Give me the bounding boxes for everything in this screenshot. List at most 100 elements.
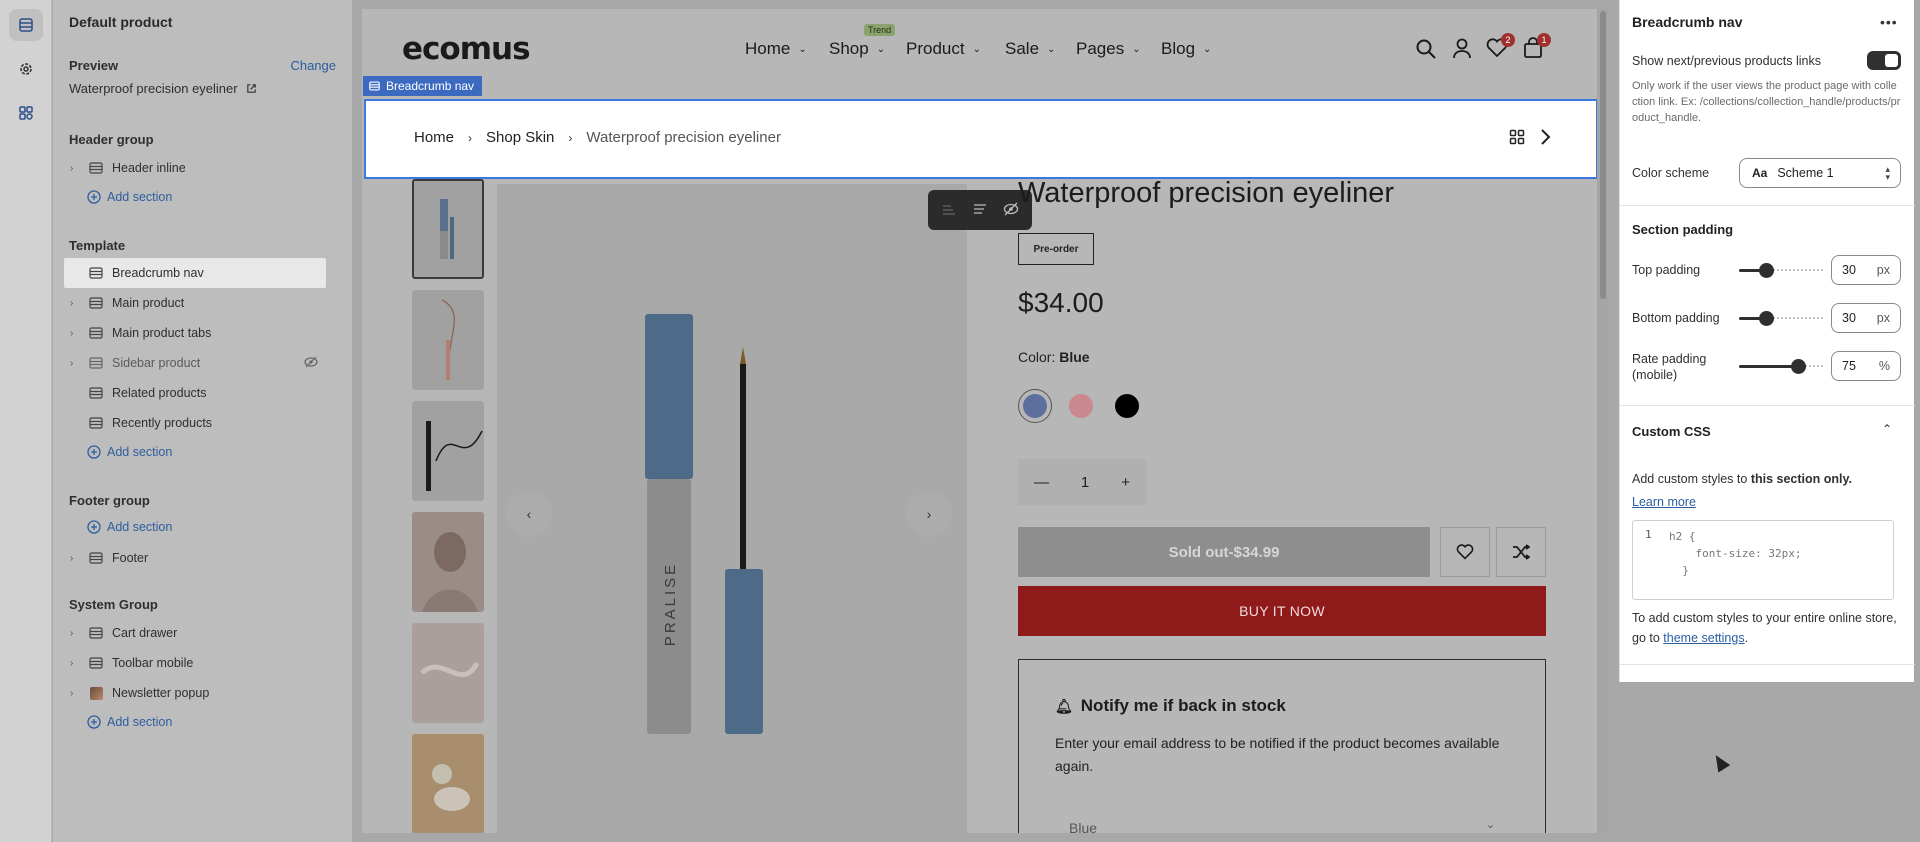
more-options-icon[interactable]: •••: [1880, 14, 1898, 30]
add-section-label: Add section: [107, 190, 173, 204]
nav-shop[interactable]: Shop ⌄: [829, 39, 885, 59]
product-price: $34.00: [1018, 287, 1104, 318]
section-layout-icon: [88, 266, 104, 280]
section-cart-drawer[interactable]: › Cart drawer: [64, 618, 326, 648]
nav-sale[interactable]: Sale ⌄: [1005, 39, 1055, 59]
sold-out-button[interactable]: Sold out-$34.99: [1018, 527, 1430, 577]
product-thumbnail[interactable]: [412, 512, 484, 612]
gallery-prev-button[interactable]: ‹: [506, 491, 552, 537]
preview-scrollbar[interactable]: [1597, 9, 1609, 833]
nav-label: Blog: [1161, 39, 1196, 58]
learn-more-link[interactable]: Learn more: [1632, 495, 1696, 509]
hidden-eye-icon[interactable]: [304, 356, 318, 371]
account-icon[interactable]: [1451, 37, 1473, 62]
chevron-right-icon[interactable]: ›: [70, 688, 84, 699]
move-up-icon[interactable]: [941, 202, 957, 219]
product-brand-text: PRALISE: [662, 562, 679, 646]
nav-product[interactable]: Product ⌄: [906, 39, 981, 59]
section-sidebar-product[interactable]: › Sidebar product: [64, 348, 326, 378]
main-product-image[interactable]: PRALISE: [497, 184, 967, 833]
section-toolbar-mobile[interactable]: › Toolbar mobile: [64, 648, 326, 678]
section-layout-icon: [88, 551, 104, 565]
section-label: Header inline: [112, 161, 186, 175]
swatch-black[interactable]: [1110, 389, 1144, 423]
theme-settings-link[interactable]: theme settings: [1663, 631, 1744, 645]
breadcrumb-collection[interactable]: Shop Skin: [486, 129, 554, 146]
preview-product[interactable]: Waterproof precision eyeliner: [69, 81, 257, 96]
apps-icon[interactable]: [9, 97, 43, 129]
rate-padding-slider[interactable]: [1739, 356, 1825, 376]
custom-css-editor[interactable]: 1 h2 { font-size: 32px; }: [1632, 520, 1894, 600]
add-section-footer-button[interactable]: Add section: [87, 520, 172, 534]
rate-padding-input[interactable]: 75%: [1831, 351, 1901, 381]
section-layout-icon: [88, 656, 104, 670]
color-scheme-select[interactable]: Aa Scheme 1 ▴ ▾: [1739, 158, 1901, 188]
custom-css-heading[interactable]: Custom CSS: [1632, 424, 1711, 439]
section-newsletter-popup[interactable]: › Newsletter popup: [64, 678, 326, 708]
notify-variant-select[interactable]: Blue ⌄: [1055, 808, 1509, 833]
section-label: Recently products: [112, 416, 213, 430]
chevron-right-icon[interactable]: ›: [70, 553, 84, 564]
swatch-pink[interactable]: [1064, 389, 1098, 423]
add-to-wishlist-button[interactable]: [1440, 527, 1490, 577]
product-thumbnail[interactable]: [412, 401, 484, 501]
add-section-template-button[interactable]: Add section: [87, 445, 172, 459]
bottom-padding-input[interactable]: 30 px: [1831, 303, 1901, 333]
chevron-right-icon: ›: [926, 506, 932, 522]
sections-icon[interactable]: [9, 9, 43, 41]
add-section-header-button[interactable]: Add section: [87, 190, 172, 204]
theme-settings-note: To add custom styles to your entire onli…: [1632, 608, 1902, 648]
grid-view-icon[interactable]: [1509, 129, 1525, 148]
breadcrumb-section[interactable]: Home › Shop Skin › Waterproof precision …: [364, 99, 1598, 179]
custom-css-intro: Add custom styles to this section only.: [1632, 472, 1852, 486]
footer-group-label: Footer group: [69, 493, 150, 508]
buy-it-now-button[interactable]: BUY IT NOW: [1018, 586, 1546, 636]
section-main-product[interactable]: › Main product: [64, 288, 326, 318]
section-main-product-tabs[interactable]: › Main product tabs: [64, 318, 326, 348]
breadcrumb-home[interactable]: Home: [414, 129, 454, 146]
product-thumbnail[interactable]: [412, 734, 484, 833]
hide-eye-icon[interactable]: [1003, 202, 1019, 219]
section-footer[interactable]: › Footer: [64, 543, 326, 573]
collapse-chevron-up-icon[interactable]: ⌃: [1882, 422, 1892, 436]
section-header-inline[interactable]: › Header inline: [64, 153, 326, 183]
chevron-right-icon[interactable]: ›: [70, 298, 84, 309]
add-section-label: Add section: [107, 445, 173, 459]
add-section-label: Add section: [107, 520, 173, 534]
move-down-icon[interactable]: [972, 202, 988, 219]
section-breadcrumb-nav[interactable]: Breadcrumb nav: [64, 258, 326, 288]
chevron-right-icon[interactable]: ›: [70, 658, 84, 669]
product-thumbnail[interactable]: [412, 179, 484, 279]
add-section-system-button[interactable]: Add section: [87, 715, 172, 729]
chevron-right-icon[interactable]: ›: [70, 163, 84, 174]
quantity-minus-button[interactable]: —: [1034, 474, 1049, 491]
code-content: h2 { font-size: 32px; }: [1669, 530, 1802, 577]
chevron-right-icon[interactable]: ›: [70, 628, 84, 639]
selected-section-tag[interactable]: Breadcrumb nav: [363, 76, 483, 96]
top-padding-slider[interactable]: [1739, 260, 1825, 280]
chevron-down-icon: ⌄: [876, 43, 886, 55]
compare-button[interactable]: [1496, 527, 1546, 577]
gallery-next-button[interactable]: ›: [906, 491, 952, 537]
chevron-right-icon[interactable]: ›: [70, 358, 84, 369]
preview-change-link[interactable]: Change: [290, 58, 336, 73]
section-related-products[interactable]: Related products: [64, 378, 326, 408]
quantity-plus-button[interactable]: +: [1121, 474, 1130, 491]
nav-pages[interactable]: Pages ⌄: [1076, 39, 1141, 59]
nav-blog[interactable]: Blog ⌄: [1161, 39, 1211, 59]
bottom-padding-slider[interactable]: [1739, 308, 1825, 328]
top-padding-input[interactable]: 30 px: [1831, 255, 1901, 285]
product-thumbnail[interactable]: [412, 290, 484, 390]
quantity-value[interactable]: 1: [1081, 474, 1089, 491]
chevron-right-icon[interactable]: ›: [70, 328, 84, 339]
settings-gear-icon[interactable]: [9, 53, 43, 85]
show-next-prev-toggle[interactable]: [1867, 51, 1901, 70]
next-product-chevron-icon[interactable]: [1539, 128, 1551, 149]
search-icon[interactable]: [1415, 38, 1437, 63]
store-logo[interactable]: ecomus: [402, 31, 531, 67]
section-recently-products[interactable]: Recently products: [64, 408, 326, 438]
breadcrumb-separator-icon: ›: [468, 130, 473, 145]
nav-home[interactable]: Home ⌄: [745, 39, 807, 59]
product-thumbnail[interactable]: [412, 623, 484, 723]
swatch-blue[interactable]: [1018, 389, 1052, 423]
